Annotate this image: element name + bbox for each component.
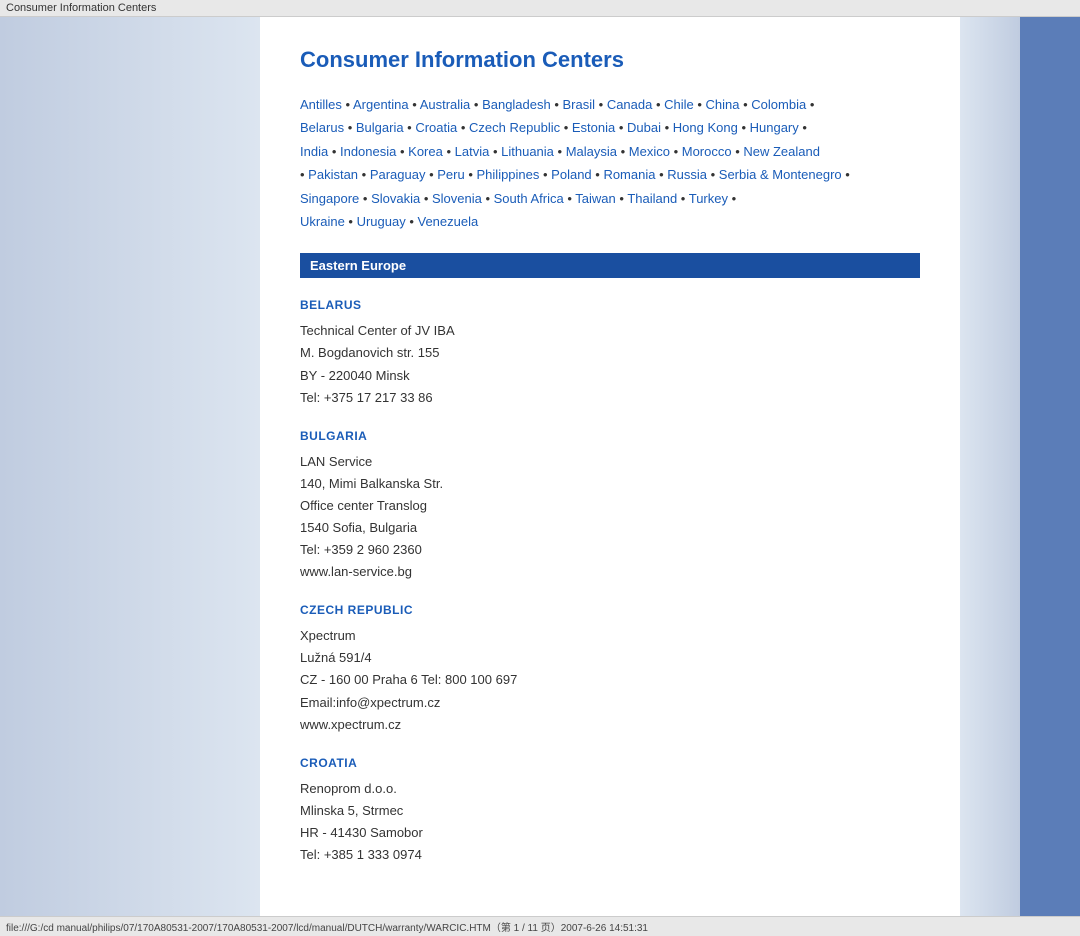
- address-belarus: Technical Center of JV IBA M. Bogdanovic…: [300, 320, 920, 408]
- link-dubai[interactable]: Dubai: [627, 120, 661, 135]
- link-china[interactable]: China: [706, 97, 740, 112]
- content-area: Consumer Information Centers Antilles • …: [260, 17, 960, 916]
- page-title: Consumer Information Centers: [300, 47, 920, 73]
- section-header: Eastern Europe: [300, 253, 920, 278]
- country-heading-belarus: BELARUS: [300, 298, 920, 312]
- link-colombia[interactable]: Colombia: [751, 97, 806, 112]
- link-venezuela[interactable]: Venezuela: [418, 214, 479, 229]
- link-turkey[interactable]: Turkey: [689, 191, 728, 206]
- link-morocco[interactable]: Morocco: [682, 144, 732, 159]
- link-argentina[interactable]: Argentina: [353, 97, 409, 112]
- link-pakistan[interactable]: Pakistan: [308, 167, 358, 182]
- link-lithuania[interactable]: Lithuania: [501, 144, 554, 159]
- country-heading-croatia: CROATIA: [300, 756, 920, 770]
- link-czech-republic[interactable]: Czech Republic: [469, 120, 560, 135]
- link-peru[interactable]: Peru: [437, 167, 464, 182]
- link-hong-kong[interactable]: Hong Kong: [673, 120, 738, 135]
- link-new-zealand[interactable]: New Zealand: [743, 144, 820, 159]
- address-bulgaria: LAN Service 140, Mimi Balkanska Str. Off…: [300, 451, 920, 584]
- sidebar-right-2: [1020, 17, 1080, 916]
- country-heading-bulgaria: BULGARIA: [300, 429, 920, 443]
- link-paraguay[interactable]: Paraguay: [370, 167, 426, 182]
- link-slovenia[interactable]: Slovenia: [432, 191, 482, 206]
- link-indonesia[interactable]: Indonesia: [340, 144, 396, 159]
- link-mexico[interactable]: Mexico: [629, 144, 670, 159]
- link-belarus[interactable]: Belarus: [300, 120, 344, 135]
- link-philippines[interactable]: Philippines: [477, 167, 540, 182]
- link-bulgaria[interactable]: Bulgaria: [356, 120, 404, 135]
- country-heading-czech-republic: CZECH REPUBLIC: [300, 603, 920, 617]
- link-ukraine[interactable]: Ukraine: [300, 214, 345, 229]
- link-brasil[interactable]: Brasil: [563, 97, 596, 112]
- link-australia[interactable]: Australia: [420, 97, 471, 112]
- link-thailand[interactable]: Thailand: [627, 191, 677, 206]
- address-czech-republic: Xpectrum Lužná 591/4 CZ - 160 00 Praha 6…: [300, 625, 920, 735]
- link-poland[interactable]: Poland: [551, 167, 591, 182]
- links-paragraph: Antilles • Argentina • Australia • Bangl…: [300, 93, 920, 233]
- link-hungary[interactable]: Hungary: [750, 120, 799, 135]
- link-india[interactable]: India: [300, 144, 328, 159]
- link-romania[interactable]: Romania: [603, 167, 655, 182]
- sidebar-left: [0, 17, 260, 916]
- title-bar: Consumer Information Centers: [0, 0, 1080, 17]
- link-taiwan[interactable]: Taiwan: [575, 191, 615, 206]
- status-bar: file:///G:/cd manual/philips/07/170A8053…: [0, 916, 1080, 936]
- main-layout: Consumer Information Centers Antilles • …: [0, 17, 1080, 916]
- section-header-text: Eastern Europe: [310, 258, 406, 273]
- link-croatia[interactable]: Croatia: [415, 120, 457, 135]
- sidebar-right-1: [960, 17, 1020, 916]
- link-singapore[interactable]: Singapore: [300, 191, 359, 206]
- link-chile[interactable]: Chile: [664, 97, 694, 112]
- address-croatia: Renoprom d.o.o. Mlinska 5, Strmec HR - 4…: [300, 778, 920, 866]
- link-canada[interactable]: Canada: [607, 97, 653, 112]
- link-south-africa[interactable]: South Africa: [494, 191, 564, 206]
- link-russia[interactable]: Russia: [667, 167, 707, 182]
- link-uruguay[interactable]: Uruguay: [357, 214, 406, 229]
- link-korea[interactable]: Korea: [408, 144, 443, 159]
- title-bar-text: Consumer Information Centers: [6, 2, 156, 14]
- link-bangladesh[interactable]: Bangladesh: [482, 97, 551, 112]
- link-antilles[interactable]: Antilles: [300, 97, 342, 112]
- link-malaysia[interactable]: Malaysia: [566, 144, 617, 159]
- status-bar-text: file:///G:/cd manual/philips/07/170A8053…: [6, 923, 648, 934]
- link-slovakia[interactable]: Slovakia: [371, 191, 420, 206]
- link-latvia[interactable]: Latvia: [455, 144, 490, 159]
- link-serbia[interactable]: Serbia & Montenegro: [719, 167, 842, 182]
- link-estonia[interactable]: Estonia: [572, 120, 615, 135]
